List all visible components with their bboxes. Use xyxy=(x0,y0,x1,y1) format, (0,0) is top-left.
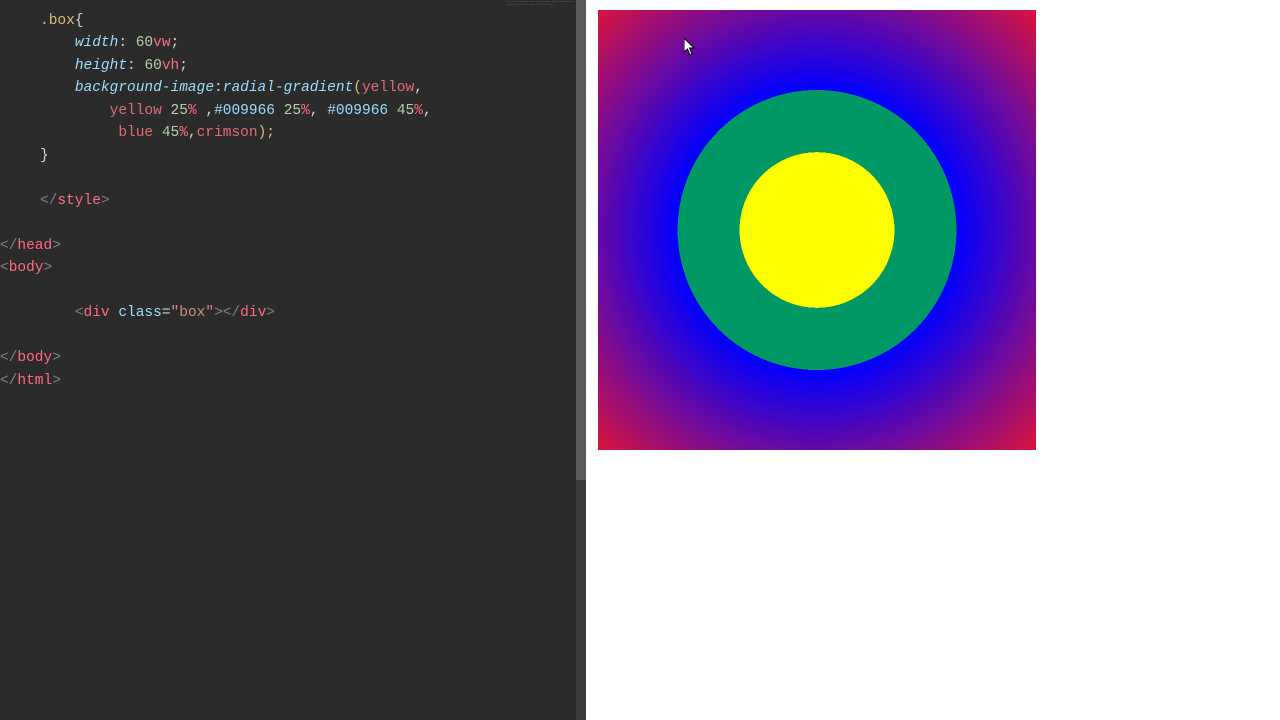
editor-minimap[interactable]: css radial gradient .box width height ye… xyxy=(506,0,576,80)
css-selector: .box xyxy=(40,13,75,29)
code-editor[interactable]: css radial gradient .box width height ye… xyxy=(0,0,586,720)
scrollbar-thumb[interactable] xyxy=(576,0,586,480)
css-func: radial-gradient xyxy=(223,80,354,96)
gradient-box xyxy=(598,10,1036,450)
tag-body-close: body xyxy=(17,350,52,366)
editor-scrollbar[interactable] xyxy=(576,0,586,720)
attr-value: "box" xyxy=(171,305,215,321)
tag-body: body xyxy=(9,260,44,276)
tag-head: head xyxy=(17,238,52,254)
tag-html-close: html xyxy=(17,373,52,389)
code-content[interactable]: .box{ width: 60vw; height: 60vh; backgro… xyxy=(40,10,586,392)
css-prop-width: width xyxy=(75,35,119,51)
brace: { xyxy=(75,13,84,29)
attr-class: class xyxy=(118,305,162,321)
num: 60 xyxy=(136,35,153,51)
css-prop-bg: background-image xyxy=(75,80,214,96)
brace-close: } xyxy=(40,148,49,164)
css-prop-height: height xyxy=(75,58,127,74)
tag-div: div xyxy=(84,305,110,321)
preview-panel xyxy=(586,0,1280,720)
tag-style: style xyxy=(57,193,101,209)
